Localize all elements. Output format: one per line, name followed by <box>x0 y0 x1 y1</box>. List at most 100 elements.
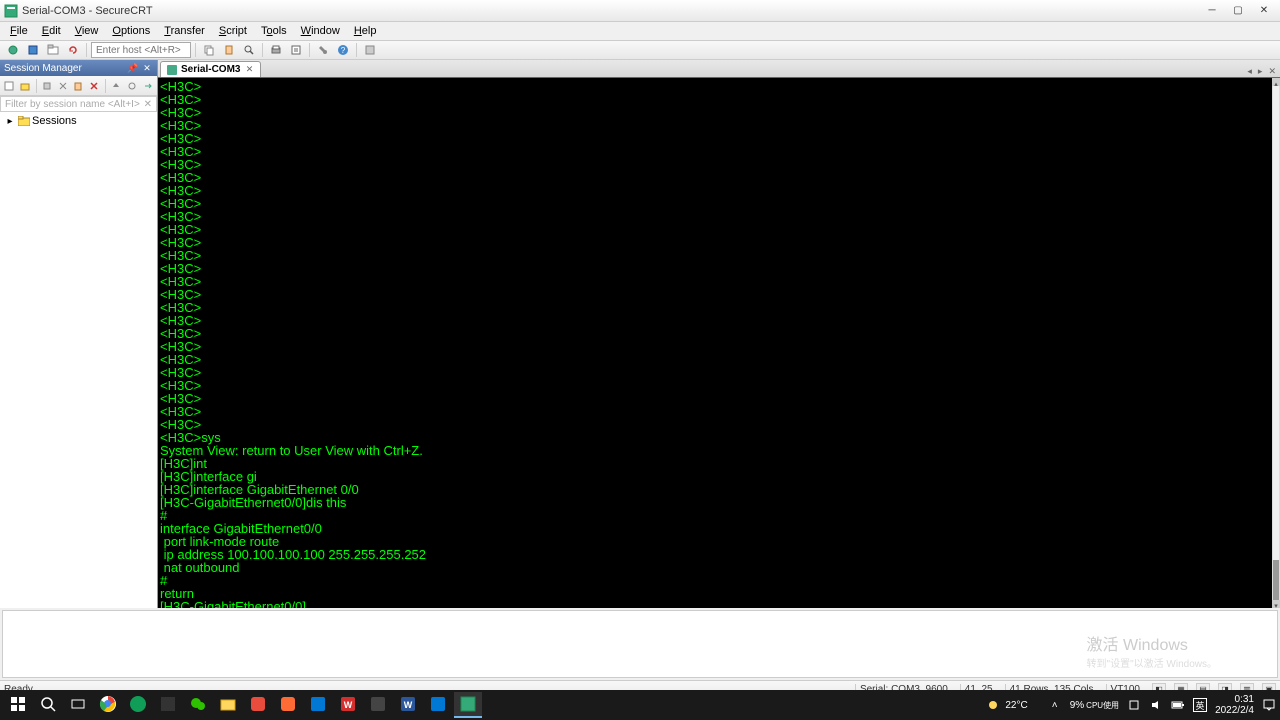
tab-controls: ◂ ▸ ✕ <box>1245 66 1278 77</box>
chrome-icon[interactable] <box>94 692 122 718</box>
menu-help[interactable]: Help <box>348 23 383 39</box>
tray-volume-icon[interactable] <box>1149 698 1163 712</box>
filter-placeholder: Filter by session name <Alt+I> <box>5 99 140 110</box>
app-icon-6[interactable] <box>364 692 392 718</box>
menu-options[interactable]: Options <box>106 23 156 39</box>
collapse-icon[interactable]: ▸ <box>4 115 16 127</box>
watermark-main: 激活 Windows <box>1087 631 1217 655</box>
scroll-down-icon[interactable]: ▾ <box>1272 600 1280 608</box>
tab-close-icon[interactable]: ✕ <box>244 65 254 75</box>
connect-icon[interactable] <box>4 41 22 59</box>
menubar: File Edit View Options Transfer Script T… <box>0 22 1280 40</box>
session-pin-icon[interactable]: 📌 <box>127 62 139 74</box>
wps-icon[interactable]: W <box>334 692 362 718</box>
tab-next-icon[interactable]: ▸ <box>1256 66 1265 77</box>
svg-text:?: ? <box>341 46 346 55</box>
app-icon-3[interactable] <box>244 692 272 718</box>
session-config-icon[interactable] <box>124 78 139 94</box>
app-icon-2[interactable] <box>154 692 182 718</box>
app-icon-4[interactable] <box>274 692 302 718</box>
main-toolbar: ? <box>0 40 1280 60</box>
host-input[interactable] <box>91 42 191 58</box>
tray-network-icon[interactable] <box>1127 698 1141 712</box>
folder-icon <box>18 115 30 127</box>
tab-session-icon <box>167 65 177 75</box>
tab-close-all-icon[interactable]: ✕ <box>1266 66 1278 77</box>
menu-file[interactable]: File <box>4 23 34 39</box>
session-paste-icon[interactable] <box>71 78 86 94</box>
close-button[interactable]: ✕ <box>1252 2 1276 20</box>
app-icon-7[interactable] <box>424 692 452 718</box>
start-button[interactable] <box>4 692 32 718</box>
securecrt-taskbar-icon[interactable] <box>454 692 482 718</box>
taskbar-clock[interactable]: 0:31 2022/2/4 <box>1215 694 1254 716</box>
new-session-icon[interactable] <box>2 78 17 94</box>
window-title: Serial-COM3 - SecureCRT <box>22 5 1200 17</box>
paste-icon[interactable] <box>220 41 238 59</box>
wechat-icon[interactable] <box>184 692 212 718</box>
weather-widget[interactable]: 22°C <box>985 697 1027 713</box>
menu-transfer[interactable]: Transfer <box>158 23 211 39</box>
scroll-up-icon[interactable]: ▴ <box>1272 78 1280 86</box>
session-connect-icon[interactable] <box>140 78 155 94</box>
tab-prev-icon[interactable]: ◂ <box>1245 66 1254 77</box>
help-icon[interactable]: ? <box>334 41 352 59</box>
app-icon-1[interactable] <box>124 692 152 718</box>
menu-view[interactable]: View <box>69 23 105 39</box>
reconnect-icon[interactable] <box>64 41 82 59</box>
task-view-icon[interactable] <box>64 692 92 718</box>
session-up-icon[interactable] <box>109 78 124 94</box>
minimize-button[interactable]: ─ <box>1200 2 1224 20</box>
session-manager-label: Session Manager <box>4 63 82 74</box>
print-icon[interactable] <box>267 41 285 59</box>
properties-icon[interactable] <box>287 41 305 59</box>
search-icon[interactable] <box>34 692 62 718</box>
cpu-value: 9% <box>1070 700 1084 711</box>
quick-connect-icon[interactable] <box>24 41 42 59</box>
main-area: Serial-COM3 ✕ ◂ ▸ ✕ <H3C> <H3C> <H3C> <H… <box>158 60 1280 608</box>
notifications-icon[interactable] <box>1262 698 1276 712</box>
session-cut-icon[interactable] <box>55 78 70 94</box>
menu-window[interactable]: Window <box>295 23 346 39</box>
tray-ime-icon[interactable]: 英 <box>1193 698 1207 712</box>
session-manager-title: Session Manager 📌 ✕ <box>0 60 157 76</box>
tab-serial-com3[interactable]: Serial-COM3 ✕ <box>160 61 261 77</box>
tray-chevron-icon[interactable]: ˄ <box>1048 698 1062 712</box>
app-icon <box>4 4 18 18</box>
terminal[interactable]: <H3C> <H3C> <H3C> <H3C> <H3C> <H3C> <H3C… <box>158 78 1280 608</box>
connect-tab-icon[interactable] <box>44 41 62 59</box>
session-delete-icon[interactable] <box>87 78 102 94</box>
session-tree[interactable]: ▸ Sessions <box>0 112 157 608</box>
tab-bar: Serial-COM3 ✕ ◂ ▸ ✕ <box>158 60 1280 78</box>
windows-taskbar: W W 22°C ˄ 9% CPU使用 英 0:31 2022/2/4 <box>0 690 1280 720</box>
menu-tools[interactable]: Tools <box>255 23 293 39</box>
scroll-thumb[interactable] <box>1273 560 1279 600</box>
session-toolbar <box>0 76 157 96</box>
menu-edit[interactable]: Edit <box>36 23 67 39</box>
weather-temp: 22°C <box>1005 700 1027 711</box>
sessions-root-item[interactable]: ▸ Sessions <box>2 114 155 128</box>
app-icon-5[interactable] <box>304 692 332 718</box>
session-close-icon[interactable]: ✕ <box>141 62 153 74</box>
session-manager-panel: Session Manager 📌 ✕ Filter by session na… <box>0 60 158 608</box>
filter-clear-icon[interactable]: ✕ <box>144 99 152 110</box>
command-panel[interactable]: 激活 Windows 转到"设置"以激活 Windows。 <box>2 610 1278 678</box>
svg-text:W: W <box>404 700 413 710</box>
sessions-root-label: Sessions <box>32 115 77 127</box>
menu-script[interactable]: Script <box>213 23 253 39</box>
new-folder-icon[interactable] <box>18 78 33 94</box>
find-icon[interactable] <box>240 41 258 59</box>
session-filter[interactable]: Filter by session name <Alt+I> ✕ <box>0 96 157 112</box>
disconnect-icon[interactable] <box>361 41 379 59</box>
windows-watermark: 激活 Windows 转到"设置"以激活 Windows。 <box>1087 631 1217 670</box>
tray-battery-icon[interactable] <box>1171 698 1185 712</box>
word-icon[interactable]: W <box>394 692 422 718</box>
maximize-button[interactable]: ▢ <box>1226 2 1250 20</box>
cpu-label: CPU使用 <box>1086 700 1119 711</box>
terminal-scrollbar[interactable]: ▴▾ <box>1272 78 1280 608</box>
explorer-icon[interactable] <box>214 692 242 718</box>
copy-icon[interactable] <box>200 41 218 59</box>
tools-icon[interactable] <box>314 41 332 59</box>
session-copy-icon[interactable] <box>40 78 55 94</box>
cpu-widget[interactable]: 9% CPU使用 <box>1070 700 1119 711</box>
